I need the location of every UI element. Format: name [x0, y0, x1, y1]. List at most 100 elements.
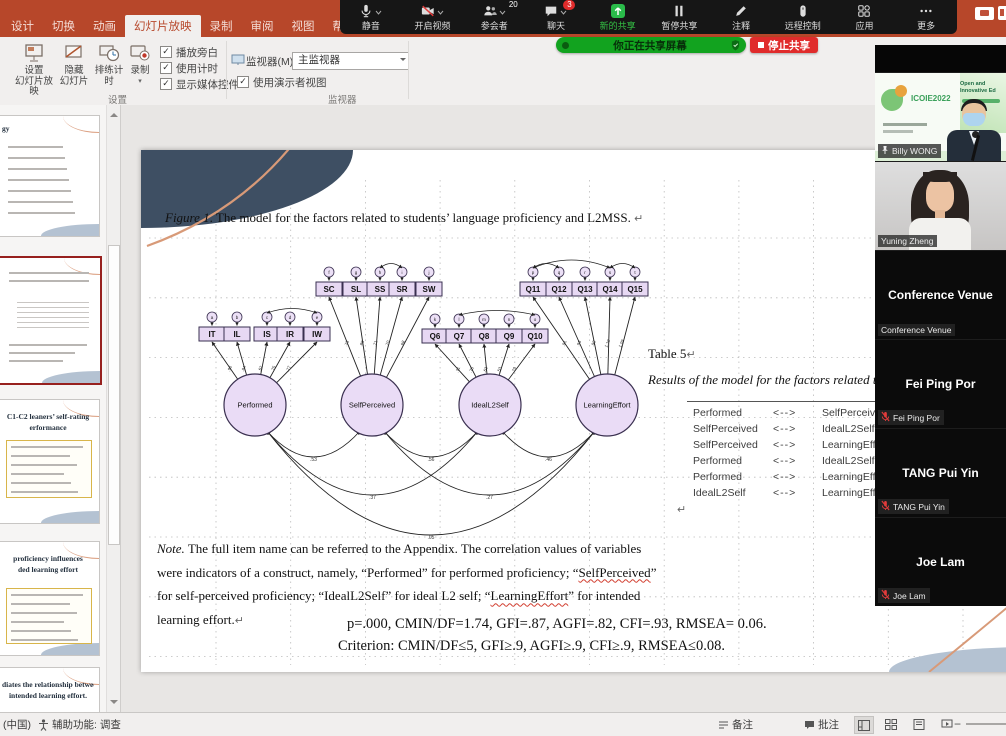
svg-text:.90: .90 [590, 339, 597, 347]
ppt-share-button-fragment[interactable] [975, 7, 994, 20]
tab-切换[interactable]: 切换 [43, 15, 84, 37]
tab-设计[interactable]: 设计 [2, 15, 43, 37]
toolbar-remote-control[interactable]: 远程控制 [772, 0, 834, 34]
tab-幻灯片放映[interactable]: 幻灯片放映 [125, 15, 201, 37]
zoom-slider[interactable] [966, 723, 1006, 725]
stop-share-button[interactable]: 停止共享 [750, 37, 818, 53]
slide-thumbnail-4[interactable]: proficiency influencesded learning effor… [0, 541, 100, 656]
svg-text:m: m [482, 317, 486, 322]
remote-icon [796, 4, 810, 18]
svg-text:Q9: Q9 [504, 332, 515, 341]
svg-text:.27: .27 [486, 495, 493, 501]
svg-text:LearningEffort: LearningEffort [584, 401, 632, 410]
toolbar-annotate[interactable]: 注释 [710, 0, 772, 34]
tab-动画[interactable]: 动画 [84, 15, 125, 37]
record-dropdown-arrow[interactable]: ▾ [126, 77, 154, 85]
tab-视图[interactable]: 视图 [283, 15, 324, 37]
toolbar-start-video[interactable]: 开启视频 [402, 0, 464, 34]
participant-name: TANG Pui Yin [875, 466, 1006, 480]
slide-thumbnail-2[interactable] [0, 256, 102, 385]
window-control-icon[interactable] [998, 6, 1006, 20]
tab-录制[interactable]: 录制 [201, 15, 242, 37]
scrollbar-thumb[interactable] [108, 245, 120, 545]
figure-caption: Figure 1. The model for the factors rela… [165, 210, 643, 226]
toolbar-label: 远程控制 [785, 19, 821, 32]
setup-slideshow-button[interactable]: 设置幻灯片放映 [14, 42, 54, 94]
participant-name: Joe Lam [875, 555, 1006, 569]
tab-审阅[interactable]: 审阅 [242, 15, 283, 37]
language-status[interactable]: (中国) [3, 717, 31, 732]
svg-text:Q15: Q15 [627, 285, 643, 294]
toolbar-pause-share[interactable]: 暂停共享 [649, 0, 711, 34]
monitor-icon [231, 53, 245, 65]
icoie-logo: ICOIE2022 [911, 94, 951, 103]
chevron-down-icon[interactable] [375, 2, 382, 20]
checkbox-播放旁白[interactable]: ✓播放旁白 [160, 45, 239, 59]
participant-label: TANG Pui Yin [878, 499, 949, 514]
toolbar-mute[interactable]: 静音 [340, 0, 402, 34]
record-button[interactable]: 录制 ▾ [126, 42, 154, 94]
reading-view-button[interactable] [910, 716, 928, 732]
chevron-down-icon[interactable] [437, 2, 444, 20]
svg-text:Q12: Q12 [551, 285, 567, 294]
checkbox-使用计时[interactable]: ✓使用计时 [160, 61, 239, 75]
slide-thumbnail-5[interactable]: diates the relationship betweenintended … [0, 667, 100, 712]
participant-tile[interactable]: ICOIE2022Open andInnovative EdBilly WONG [875, 72, 1006, 161]
checkbox-显示媒体控件[interactable]: ✓显示媒体控件 [160, 77, 239, 91]
share-status-icon [562, 42, 569, 49]
thumbnail-scrollbar[interactable] [106, 105, 120, 712]
scroll-down-icon[interactable] [110, 700, 118, 708]
thumbnail-title: C1-C2 leaners’ self-rating [2, 412, 94, 422]
accessibility-status[interactable]: 辅助功能: 调查 [38, 717, 121, 732]
svg-text:.37: .37 [369, 495, 376, 501]
notes-button[interactable]: 备注 [718, 717, 753, 732]
rehearse-timings-button[interactable]: 排练计时 [92, 42, 126, 94]
normal-view-button[interactable] [854, 716, 874, 734]
toolbar-chat[interactable]: 3聊天 [525, 0, 587, 34]
svg-text:Q14: Q14 [602, 285, 618, 294]
record-icon [129, 42, 151, 64]
scroll-up-icon[interactable] [110, 109, 118, 117]
chat-icon [544, 4, 558, 18]
participant-label: Fei Ping Por [878, 410, 944, 425]
screen-share-banner[interactable]: 你正在共享屏幕 [556, 37, 746, 53]
more-icon [919, 4, 933, 18]
svg-text:.63: .63 [482, 365, 489, 373]
stop-icon [758, 42, 764, 48]
screen: { "colors": { "ppt_red": "#b7472a", "sha… [0, 0, 1006, 735]
toolbar-label: 聊天 [547, 19, 565, 32]
participant-tile[interactable]: Conference VenueConference Venue [875, 250, 1006, 339]
toolbar-participants[interactable]: 20参会者 [463, 0, 525, 34]
note-line: Note. The full item name can be referred… [157, 541, 641, 557]
svg-text:SL: SL [351, 285, 361, 294]
toolbar-apps[interactable]: 应用 [834, 0, 896, 34]
thumbnail-title: intended learning effort. [2, 691, 94, 701]
participant-tile[interactable]: Yuning Zheng [875, 161, 1006, 250]
slide-sorter-view-button[interactable] [882, 716, 900, 732]
participant-tile[interactable]: Fei Ping PorFei Ping Por [875, 339, 1006, 428]
hide-slide-button[interactable]: 隐藏幻灯片 [54, 42, 94, 94]
participant-tile[interactable]: TANG Pui Yin TANG Pui Yin [875, 428, 1006, 517]
svg-text:Q10: Q10 [527, 332, 543, 341]
notes-icon [718, 720, 729, 730]
svg-text:.93: .93 [575, 339, 582, 347]
svg-text:IdealL2Self: IdealL2Self [471, 401, 509, 410]
toolbar-more[interactable]: 更多 [895, 0, 957, 34]
note-line: were indicators of a construct, namely, … [157, 565, 656, 581]
participant-tile[interactable]: Joe LamJoe Lam [875, 517, 1006, 606]
slide-thumbnail-1[interactable]: gy [0, 115, 100, 237]
slide-thumbnail-3[interactable]: C1-C2 leaners’ self-ratingerformance [0, 399, 100, 524]
monitor-dropdown[interactable]: 主监视器 [292, 52, 409, 70]
thumbnail-title: erformance [2, 423, 94, 433]
toolbar-new-share[interactable]: 新的共享 [587, 0, 649, 34]
zoom-out-button[interactable]: − [954, 717, 961, 731]
presenter-view-checkbox[interactable]: ✓使用演示者视图 [237, 75, 327, 89]
pin-icon [881, 145, 889, 157]
svg-text:j: j [428, 270, 430, 275]
chevron-down-icon[interactable] [499, 2, 506, 20]
camera-off-icon [421, 4, 435, 18]
toolbar-label: 应用 [855, 19, 873, 32]
slide-thumbnail-panel: gy C1-C2 leaners’ self-ratingerformance pr… [0, 105, 121, 712]
svg-text:Q6: Q6 [430, 332, 441, 341]
comments-button[interactable]: 批注 [804, 717, 839, 732]
